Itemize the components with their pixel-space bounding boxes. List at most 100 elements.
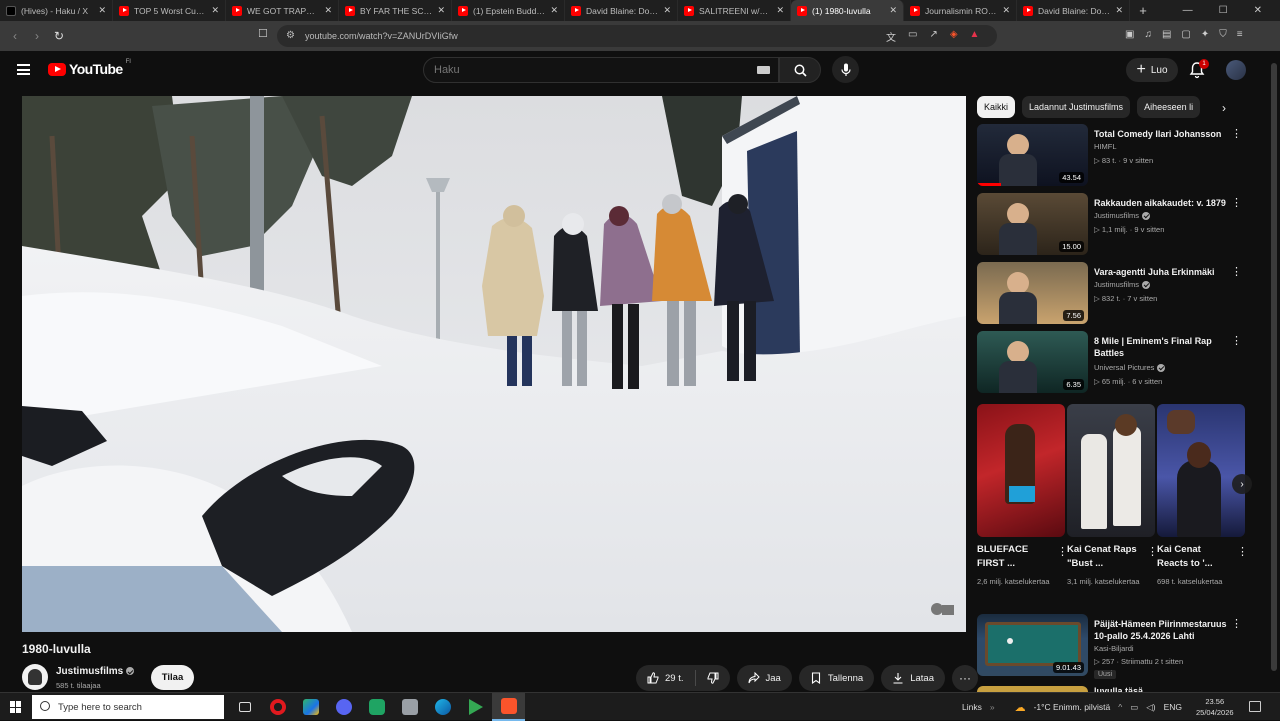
leo-ai-icon[interactable]: ✦	[1201, 29, 1209, 40]
volume-icon[interactable]: ◁)	[1146, 702, 1155, 713]
recommendation-item[interactable]: 7.56 Vara-agentti Juha Erkinmäki Justimu…	[977, 262, 1247, 324]
close-window-icon[interactable]: ✕	[1254, 5, 1262, 16]
browser-tab[interactable]: (1) 1980-luvulla ✕	[791, 0, 904, 21]
reload-icon[interactable]: ↻	[48, 29, 70, 43]
site-info-icon[interactable]: ⚙	[286, 30, 295, 41]
weather-text[interactable]: -1°C Enimm. pilvistä	[1034, 702, 1111, 712]
save-button[interactable]: Tallenna	[798, 665, 875, 691]
bookmark-icon[interactable]: ☐	[258, 27, 268, 40]
edge-icon[interactable]	[426, 693, 459, 721]
system-clock[interactable]: 23.56 25/04/2026	[1196, 696, 1234, 718]
vpn-icon[interactable]: ⛉	[1219, 29, 1227, 40]
channel-avatar[interactable]	[22, 664, 48, 690]
more-vert-icon[interactable]: ⋮	[1231, 334, 1242, 347]
links-chevron-icon[interactable]: »	[990, 702, 995, 712]
more-actions-button[interactable]: ···	[952, 665, 978, 691]
subscribe-button[interactable]: Tilaa	[151, 665, 194, 690]
filter-chip[interactable]: Kaikki	[977, 96, 1016, 118]
cast-tab-icon[interactable]: ▭	[908, 29, 917, 44]
forward-icon[interactable]: ›	[26, 29, 48, 43]
share-page-icon[interactable]: ↗	[929, 29, 937, 44]
filter-chip[interactable]: Aiheeseen li	[1137, 96, 1201, 118]
browser-tab[interactable]: SALITREENI w/CLAUDI ✕	[678, 0, 791, 21]
tray-chevron-icon[interactable]: ^	[1118, 702, 1122, 712]
network-icon[interactable]: ▭	[1130, 702, 1138, 713]
brave-rewards-icon[interactable]: ▲	[970, 29, 980, 44]
browser-tab[interactable]: TOP 5 Worst Customer ✕	[113, 0, 226, 21]
brave-browser-icon[interactable]	[492, 693, 525, 721]
tab-close-icon[interactable]: ✕	[98, 5, 106, 16]
back-icon[interactable]: ‹	[4, 29, 26, 43]
dislike-button[interactable]	[696, 665, 730, 691]
channel-name-link[interactable]: Justimusfilms	[56, 666, 135, 677]
language-indicator[interactable]: ENG	[1164, 702, 1182, 712]
create-button[interactable]: + Luo	[1126, 58, 1178, 82]
chat-app-icon[interactable]	[360, 693, 393, 721]
share-button[interactable]: Jaa	[736, 665, 792, 691]
download-button[interactable]: Lataa	[881, 665, 945, 691]
like-button[interactable]: 29 t.	[636, 665, 695, 691]
more-vert-icon[interactable]: ⋮	[1147, 545, 1158, 558]
reader-icon[interactable]: ▤	[1162, 29, 1171, 40]
more-vert-icon[interactable]: ⋮	[1231, 617, 1242, 630]
chevron-right-icon[interactable]: ›	[1222, 101, 1226, 115]
menu-icon[interactable]: ≡	[1237, 29, 1243, 40]
page-scrollbar[interactable]	[1270, 51, 1278, 691]
discord-icon[interactable]	[327, 693, 360, 721]
browser-tab[interactable]: David Blaine: Do Not A ✕	[565, 0, 678, 21]
tab-close-icon[interactable]: ✕	[1115, 5, 1123, 16]
recommendation-item[interactable]: 15.00 Rakkauden aikakaudet: v. 1879 Just…	[977, 193, 1247, 255]
short-item[interactable]: Kai Cenat Raps "Bust ... 3,1 milj. katse…	[1067, 404, 1158, 586]
browser-tab[interactable]: (1) Epstein Buddy THR ✕	[452, 0, 565, 21]
more-vert-icon[interactable]: ⋮	[1231, 265, 1242, 278]
sidebar-toggle-icon[interactable]: ▣	[1125, 29, 1134, 40]
tab-close-icon[interactable]: ✕	[1002, 5, 1010, 16]
browser-tab[interactable]: BY FAR THE SCARIEST ✕	[339, 0, 452, 21]
more-vert-icon[interactable]: ⋮	[1237, 545, 1248, 558]
tab-close-icon[interactable]: ✕	[889, 5, 897, 16]
tab-close-icon[interactable]: ✕	[663, 5, 671, 16]
more-vert-icon[interactable]: ⋮	[1231, 196, 1242, 209]
search-input[interactable]	[434, 64, 734, 76]
tab-close-icon[interactable]: ✕	[211, 5, 219, 16]
account-avatar[interactable]	[1226, 60, 1246, 80]
wallet-icon[interactable]: ▢	[1181, 29, 1190, 40]
browser-tab[interactable]: Journalismin ROMAH ✕	[904, 0, 1017, 21]
scrollbar-thumb[interactable]	[1271, 63, 1277, 671]
shorts-next-button[interactable]: ›	[1232, 474, 1252, 494]
browser-tab[interactable]: (Hives) - Haku / X ✕	[0, 0, 113, 21]
maximize-icon[interactable]: ☐	[1219, 5, 1228, 16]
browser-tab[interactable]: WE GOT TRAPPED IN A ✕	[226, 0, 339, 21]
short-item[interactable]: Kai Cenat Reacts to '... 698 t. katseluk…	[1157, 404, 1248, 586]
more-vert-icon[interactable]: ⋮	[1231, 127, 1242, 140]
video-player[interactable]	[22, 96, 966, 632]
tab-close-icon[interactable]: ✕	[437, 5, 445, 16]
short-item[interactable]: BLUEFACE FIRST ... 2,6 milj. katselukert…	[977, 404, 1068, 586]
hamburger-menu-icon[interactable]	[17, 64, 30, 75]
new-tab-button[interactable]: +	[1130, 3, 1156, 18]
tab-close-icon[interactable]: ✕	[550, 5, 558, 16]
recommendation-item[interactable]: 6.35 8 Mile | Eminem's Final Rap Battles…	[977, 331, 1247, 393]
minimize-icon[interactable]: —	[1183, 5, 1193, 16]
taskbar-search[interactable]: Type here to search	[32, 695, 224, 719]
notification-center-icon[interactable]	[1249, 701, 1261, 712]
shield-app-icon[interactable]	[393, 693, 426, 721]
play-store-icon[interactable]	[459, 693, 492, 721]
media-icon[interactable]: ♫	[1144, 29, 1152, 40]
brave-shields-icon[interactable]: ◈	[950, 29, 958, 44]
recommendation-item[interactable]: 43.54 Total Comedy Ilari Johansson HIMFL…	[977, 124, 1247, 186]
browser-tab[interactable]: David Blaine: Do Not A ✕	[1017, 0, 1130, 21]
links-toolbar[interactable]: Links	[962, 702, 982, 712]
translate-icon[interactable]: 文	[886, 29, 896, 44]
opera-icon[interactable]	[261, 693, 294, 721]
windows-start-icon[interactable]	[10, 701, 22, 713]
voice-search-button[interactable]	[832, 56, 859, 83]
keyboard-icon[interactable]	[757, 66, 770, 74]
youtube-logo[interactable]: YouTube FI	[48, 59, 131, 77]
task-view-icon[interactable]	[228, 693, 261, 721]
filter-chip[interactable]: Ladannut Justimusfilms	[1022, 96, 1131, 118]
search-button[interactable]	[779, 57, 821, 83]
tab-close-icon[interactable]: ✕	[324, 5, 332, 16]
sheets-icon[interactable]	[294, 693, 327, 721]
recommendation-item[interactable]: 9.01.43 Päijät-Hämeen Piirinmestaruus 10…	[977, 614, 1247, 679]
